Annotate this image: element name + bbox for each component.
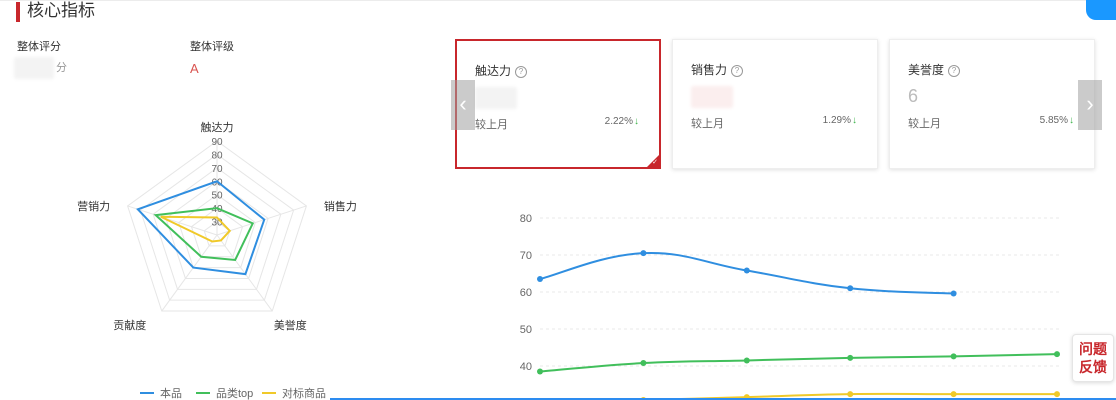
card-reputation[interactable]: 美誉度? 6 较上月 5.85%↓ (889, 39, 1095, 169)
help-icon[interactable]: ? (948, 65, 961, 77)
line-point (950, 391, 957, 398)
chevron-right-icon: › (1086, 91, 1094, 116)
radar-legend: 本品 品类top 对标商品 (140, 386, 326, 400)
card-title: 销售力? (691, 61, 744, 78)
line-y-tick: 50 (520, 324, 532, 336)
line-point (537, 276, 543, 283)
help-icon[interactable]: ? (515, 66, 528, 78)
line-y-tick: 60 (520, 287, 532, 299)
line-point (1054, 351, 1060, 358)
legend-label: 对标商品 (282, 386, 326, 400)
radar-indicator-label: 美誉度 (274, 318, 307, 332)
overall-score-label: 整体评分 (17, 41, 61, 53)
overall-score-unit: 分 (56, 62, 67, 74)
line-y-tick-labels: 80 70 60 50 40 (520, 213, 532, 373)
card-title: 美誉度? (908, 61, 961, 78)
top-divider (0, 0, 1116, 1)
feedback-label-line2: 反馈 (1079, 359, 1107, 375)
check-icon: ✓ (652, 159, 658, 166)
card-compare-label: 较上月 (475, 119, 508, 131)
card-compare-label: 较上月 (908, 118, 941, 130)
overall-score-value-masked (14, 57, 54, 79)
carousel-next-button[interactable]: › (1078, 80, 1102, 130)
card-sales[interactable]: 销售力? 较上月 1.29%↓ (672, 39, 878, 169)
help-icon[interactable]: ? (731, 65, 744, 77)
radar-tick-label: 90 (211, 137, 223, 148)
radar-indicator-label: 销售力 (324, 199, 357, 213)
line-point (640, 250, 647, 257)
line-point (847, 391, 854, 398)
arrow-down-icon: ↓ (634, 116, 639, 127)
line-point (950, 353, 957, 360)
card-change: 1.29%↓ (822, 115, 857, 126)
legend-label: 品类top (216, 386, 253, 400)
floating-action-button[interactable] (1086, 0, 1116, 20)
radar-indicator-label: 营销力 (77, 199, 110, 213)
legend-label: 本品 (160, 386, 182, 400)
line-point (847, 354, 854, 361)
line-point (743, 267, 750, 274)
card-change: 5.85%↓ (1039, 115, 1074, 126)
line-point (950, 290, 957, 297)
overall-grade-value: A (190, 61, 199, 76)
radar-tick-label: 80 (211, 150, 223, 161)
line-chart: 80 70 60 50 40 (520, 213, 1060, 400)
radar-indicator-label: 触达力 (201, 120, 234, 134)
line-y-tick: 40 (520, 361, 532, 373)
card-compare-label: 较上月 (691, 118, 724, 130)
carousel-prev-button[interactable]: ‹ (451, 80, 475, 130)
line-series-1 (539, 353, 1058, 373)
radar-indicator-label: 贡献度 (113, 318, 146, 332)
line-grid (540, 217, 1060, 367)
card-value-masked: 6 (908, 86, 919, 106)
line-y-tick: 70 (520, 250, 532, 262)
arrow-down-icon: ↓ (1069, 115, 1074, 126)
line-series (537, 250, 1060, 400)
title-accent-bar (16, 2, 20, 22)
card-reach[interactable]: 触达力? 较上月 2.22%↓ ✓ (455, 39, 661, 169)
line-point (640, 360, 647, 367)
line-point (537, 368, 543, 375)
radar-tick-label: 70 (211, 164, 223, 175)
page-title: 核心指标 (27, 1, 95, 20)
radar-chart: 30405060708090 触达力销售力美誉度贡献度营销力 本品 品类top 对标… (77, 120, 357, 400)
card-title: 触达力? (475, 62, 528, 79)
overall-grade-label: 整体评级 (190, 41, 234, 53)
line-point (1054, 391, 1060, 398)
line-point (847, 285, 854, 292)
line-point (743, 357, 750, 364)
chevron-left-icon: ‹ (459, 91, 467, 116)
line-y-tick: 80 (520, 213, 532, 225)
card-value-masked (691, 86, 733, 108)
feedback-button[interactable]: 问题 反馈 (1072, 334, 1114, 382)
feedback-label-line1: 问题 (1079, 341, 1107, 357)
card-change: 2.22%↓ (604, 116, 639, 127)
radar-tick-label: 50 (211, 191, 223, 202)
card-value-masked (475, 87, 517, 109)
arrow-down-icon: ↓ (852, 115, 857, 126)
